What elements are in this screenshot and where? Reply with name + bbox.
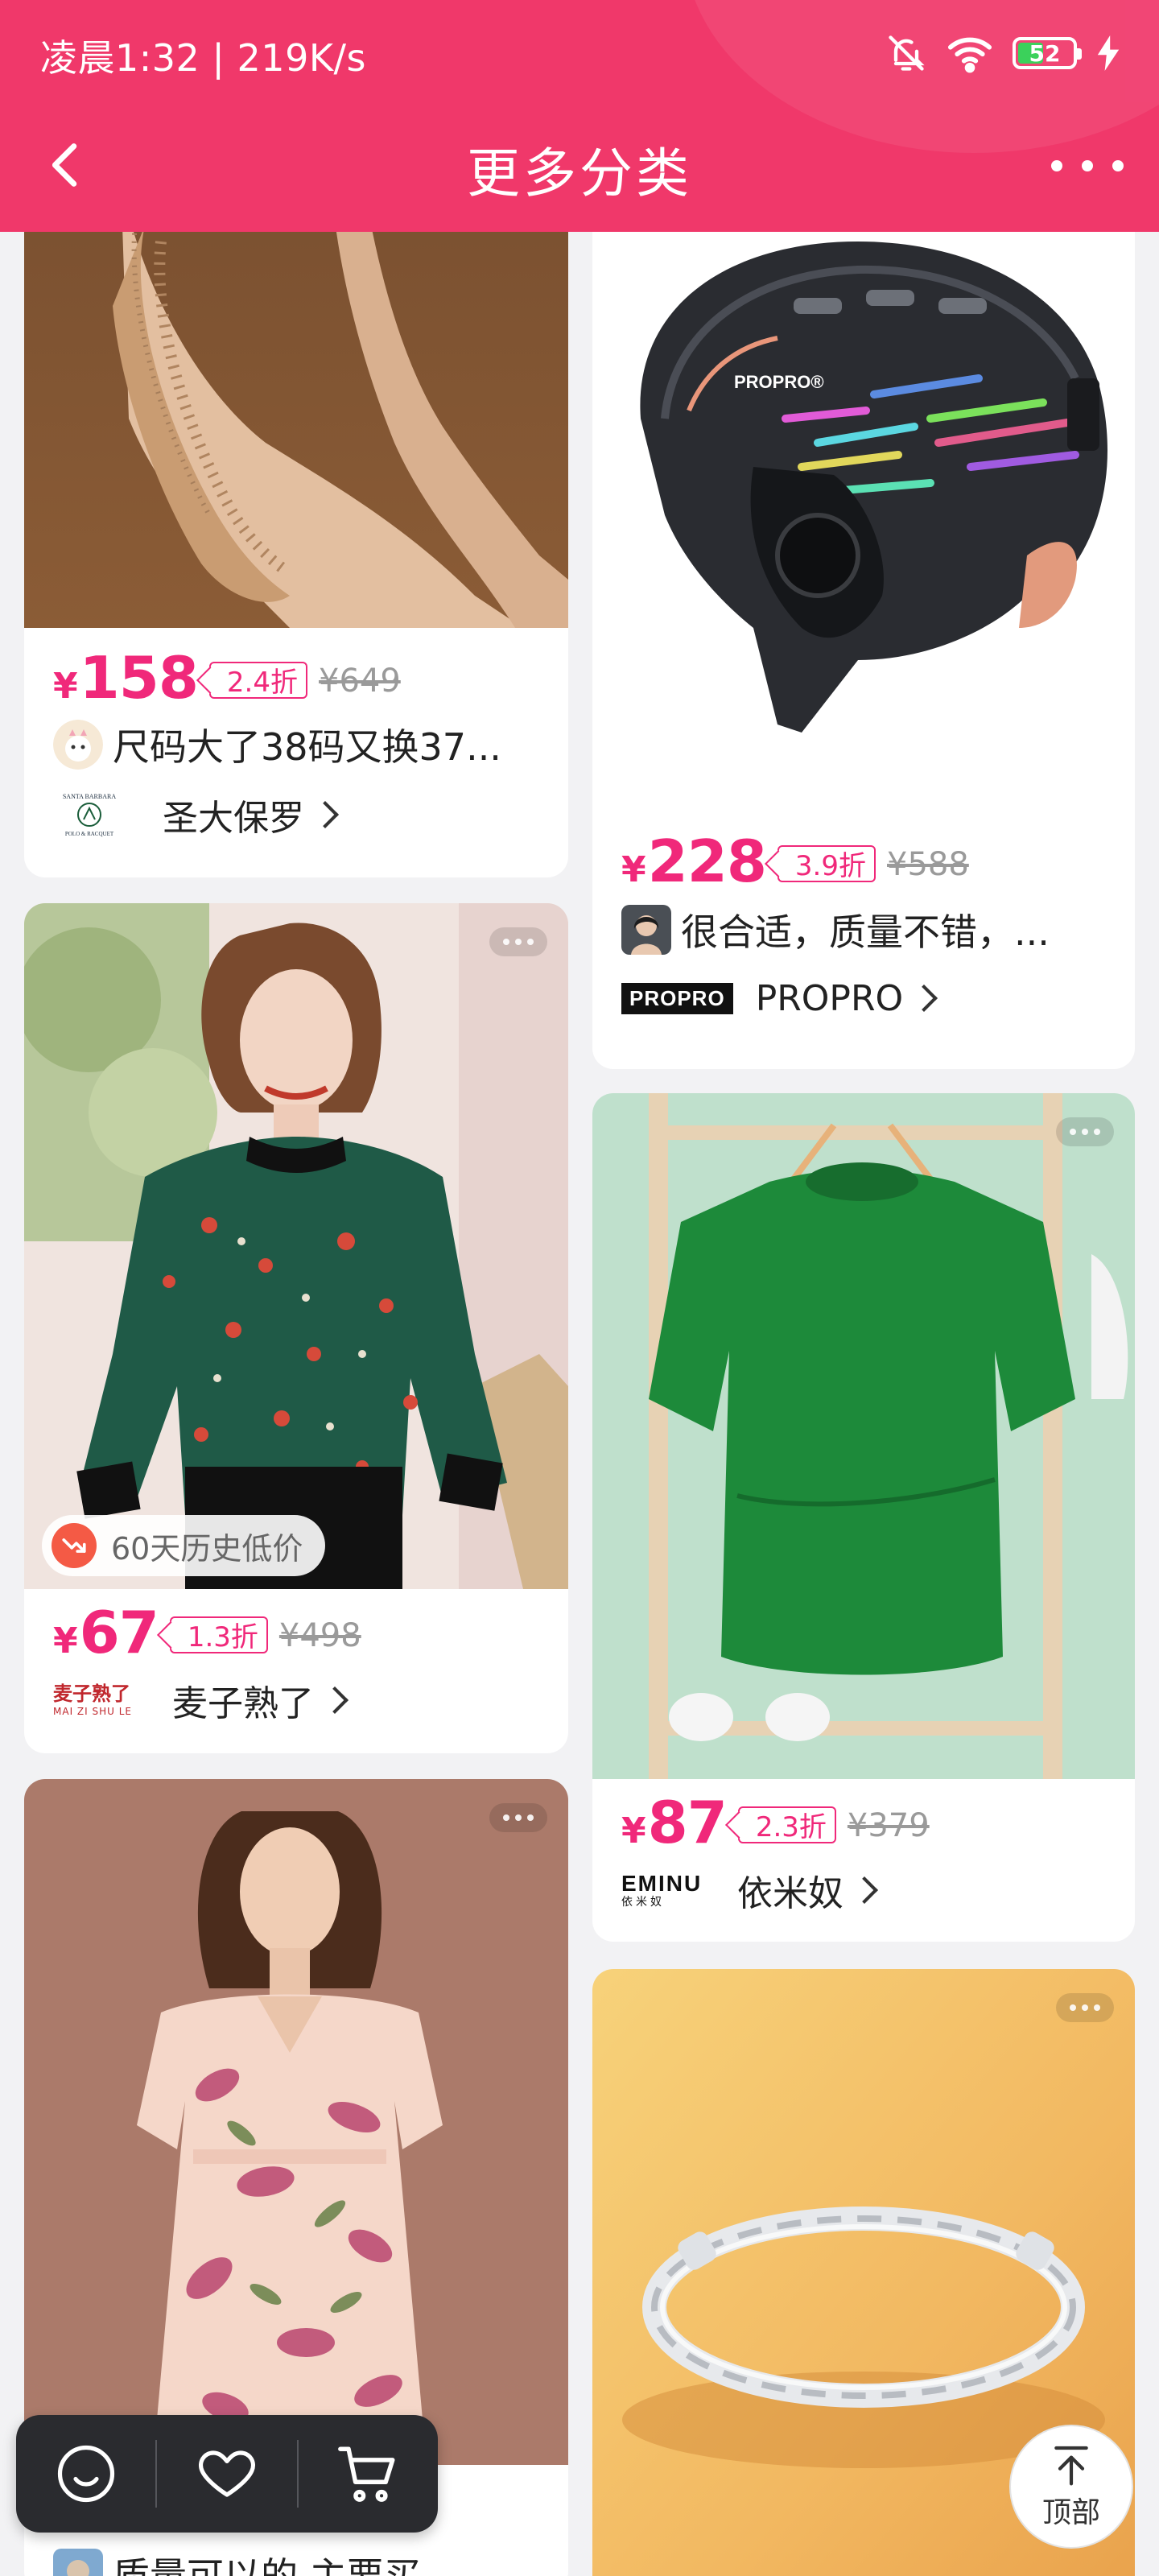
product-card-leopard-top[interactable]: 60天历史低价 ¥ 67 1.3折 ¥498 麦子熟了 MAI ZI SHU L… bbox=[24, 903, 568, 1753]
smile-button[interactable] bbox=[16, 2415, 155, 2533]
back-to-top-label: 顶部 bbox=[1041, 2496, 1100, 2529]
chevron-right-icon bbox=[321, 1686, 349, 1714]
status-time: 凌晨1:32 | 219K/s bbox=[40, 36, 366, 80]
brand-logo-maizishule: 麦子熟了 MAI ZI SHU LE bbox=[53, 1674, 150, 1726]
brand-logo-text: EMINU bbox=[621, 1871, 703, 1896]
brand-logo-propro: PROPRO bbox=[621, 972, 733, 1024]
svg-text:POLO & RACQUET: POLO & RACQUET bbox=[65, 831, 114, 837]
card-more-button[interactable] bbox=[489, 1803, 547, 1832]
brand-link[interactable]: PROPRO PROPRO bbox=[621, 972, 938, 1024]
cart-icon bbox=[338, 2446, 395, 2502]
card-more-button[interactable] bbox=[489, 927, 547, 956]
cart-button[interactable] bbox=[299, 2415, 438, 2533]
nav-bar: 更多分类 bbox=[0, 121, 1159, 209]
reviewer-avatar bbox=[53, 720, 103, 770]
brand-logo-eminu: EMINU 依米奴 bbox=[621, 1864, 715, 1916]
heart-icon bbox=[198, 2450, 255, 2497]
favorite-button[interactable] bbox=[157, 2415, 296, 2533]
price: 158 bbox=[79, 644, 199, 712]
status-icons: 52 bbox=[885, 29, 1120, 77]
product-card-helmet[interactable]: PROPRO® ¥ 228 3.9折 ¥588 很合适，质量不错，... PRO… bbox=[592, 177, 1135, 1069]
price-symbol: ¥ bbox=[621, 849, 646, 890]
svg-text:SANTA BARBARA: SANTA BARBARA bbox=[63, 793, 116, 800]
review-text: 质量可以的 主要买 bbox=[113, 2554, 421, 2576]
mute-bell-icon bbox=[889, 35, 925, 71]
price: 228 bbox=[647, 828, 767, 895]
discount-badge: 1.3折 bbox=[169, 1616, 268, 1653]
brand-logo-text: 麦子熟了 bbox=[53, 1682, 130, 1705]
brand-logo-sub: MAI ZI SHU LE bbox=[53, 1706, 132, 1717]
brand-logo-text: PROPRO bbox=[621, 982, 733, 1014]
product-image-helmet[interactable]: PROPRO® bbox=[592, 177, 1135, 813]
brand-name: 圣大保罗 bbox=[163, 798, 304, 839]
discount-badge: 2.4折 bbox=[208, 661, 307, 699]
reviewer-avatar bbox=[621, 905, 671, 955]
battery-icon: 52 bbox=[1013, 37, 1082, 69]
chevron-right-icon bbox=[851, 1876, 878, 1904]
page-title: 更多分类 bbox=[467, 142, 692, 204]
chevron-right-icon bbox=[311, 801, 339, 828]
review-text: 尺码大了38码又换37... bbox=[113, 725, 501, 769]
card-more-button[interactable] bbox=[1056, 1993, 1114, 2022]
brand-logo-sub: 依米奴 bbox=[621, 1896, 665, 1909]
back-to-top-button[interactable]: 顶部 bbox=[1009, 2425, 1133, 2549]
price-row: ¥ 67 1.3折 ¥498 bbox=[53, 1599, 361, 1666]
brand-name: 麦子熟了 bbox=[172, 1683, 314, 1724]
smile-icon bbox=[57, 2445, 114, 2503]
history-low-price-badge: 60天历史低价 bbox=[42, 1515, 326, 1576]
original-price: ¥379 bbox=[847, 1807, 930, 1844]
helmet-brand-text: PROPRO® bbox=[734, 372, 824, 392]
discount-badge: 2.3折 bbox=[737, 1806, 836, 1843]
status-bar: 凌晨1:32 | 219K/s 52 bbox=[0, 0, 1159, 105]
brand-link[interactable]: SANTA BARBARA POLO & RACQUET 圣大保罗 bbox=[53, 789, 339, 840]
brand-name: 依米奴 bbox=[737, 1873, 843, 1914]
brand-name: PROPRO bbox=[755, 977, 904, 1019]
product-card-shoes[interactable]: ¥ 158 2.4折 ¥649 尺码大了38码又换37... SANTA BAR… bbox=[24, 177, 568, 877]
price-symbol: ¥ bbox=[621, 1810, 646, 1852]
arrow-up-icon bbox=[1054, 2446, 1088, 2486]
price: 67 bbox=[79, 1599, 159, 1666]
product-image-shoes[interactable] bbox=[24, 177, 568, 628]
brand-logo-santa-barbara: SANTA BARBARA POLO & RACQUET bbox=[53, 789, 140, 840]
history-low-price-text: 60天历史低价 bbox=[111, 1530, 303, 1567]
card-more-button[interactable] bbox=[1056, 1117, 1114, 1146]
chevron-right-icon bbox=[910, 985, 938, 1012]
price-row: ¥ 158 2.4折 ¥649 bbox=[53, 644, 401, 712]
product-card-green-knit[interactable]: ¥ 87 2.3折 ¥379 EMINU 依米奴 依米奴 bbox=[592, 1093, 1135, 1942]
wifi-icon bbox=[947, 37, 992, 73]
reviewer-avatar bbox=[53, 2549, 103, 2576]
app-header: 凌晨1:32 | 219K/s 52 更多分类 bbox=[0, 0, 1159, 232]
original-price: ¥498 bbox=[278, 1617, 361, 1654]
brand-link[interactable]: 麦子熟了 MAI ZI SHU LE 麦子熟了 bbox=[53, 1674, 349, 1726]
review-row: 很合适，质量不错，... bbox=[621, 903, 1103, 956]
review-row: 尺码大了38码又换37... bbox=[53, 718, 536, 771]
charging-bolt-icon bbox=[1097, 35, 1120, 71]
product-image-green-knit[interactable] bbox=[592, 1093, 1135, 1779]
brand-link[interactable]: EMINU 依米奴 依米奴 bbox=[621, 1864, 878, 1916]
discount-badge: 3.9折 bbox=[777, 844, 876, 882]
review-row: 质量可以的 主要买 bbox=[53, 2547, 536, 2576]
floating-action-bar bbox=[16, 2415, 438, 2533]
product-image-floral-dress[interactable] bbox=[24, 1779, 568, 2465]
price-row: ¥ 228 3.9折 ¥588 bbox=[621, 828, 969, 895]
original-price: ¥649 bbox=[319, 663, 401, 700]
product-image-leopard-top[interactable]: 60天历史低价 bbox=[24, 903, 568, 1589]
trend-down-icon bbox=[52, 1523, 97, 1568]
price-row: ¥ 87 2.3折 ¥379 bbox=[621, 1789, 930, 1856]
more-options-button[interactable] bbox=[1051, 142, 1124, 190]
price: 87 bbox=[647, 1789, 728, 1856]
battery-percent: 52 bbox=[1029, 39, 1061, 67]
price-symbol: ¥ bbox=[53, 1620, 78, 1662]
price-symbol: ¥ bbox=[53, 666, 78, 707]
original-price: ¥588 bbox=[887, 846, 969, 883]
review-text: 很合适，质量不错，... bbox=[681, 910, 1050, 954]
more-dots-icon bbox=[1051, 160, 1062, 171]
